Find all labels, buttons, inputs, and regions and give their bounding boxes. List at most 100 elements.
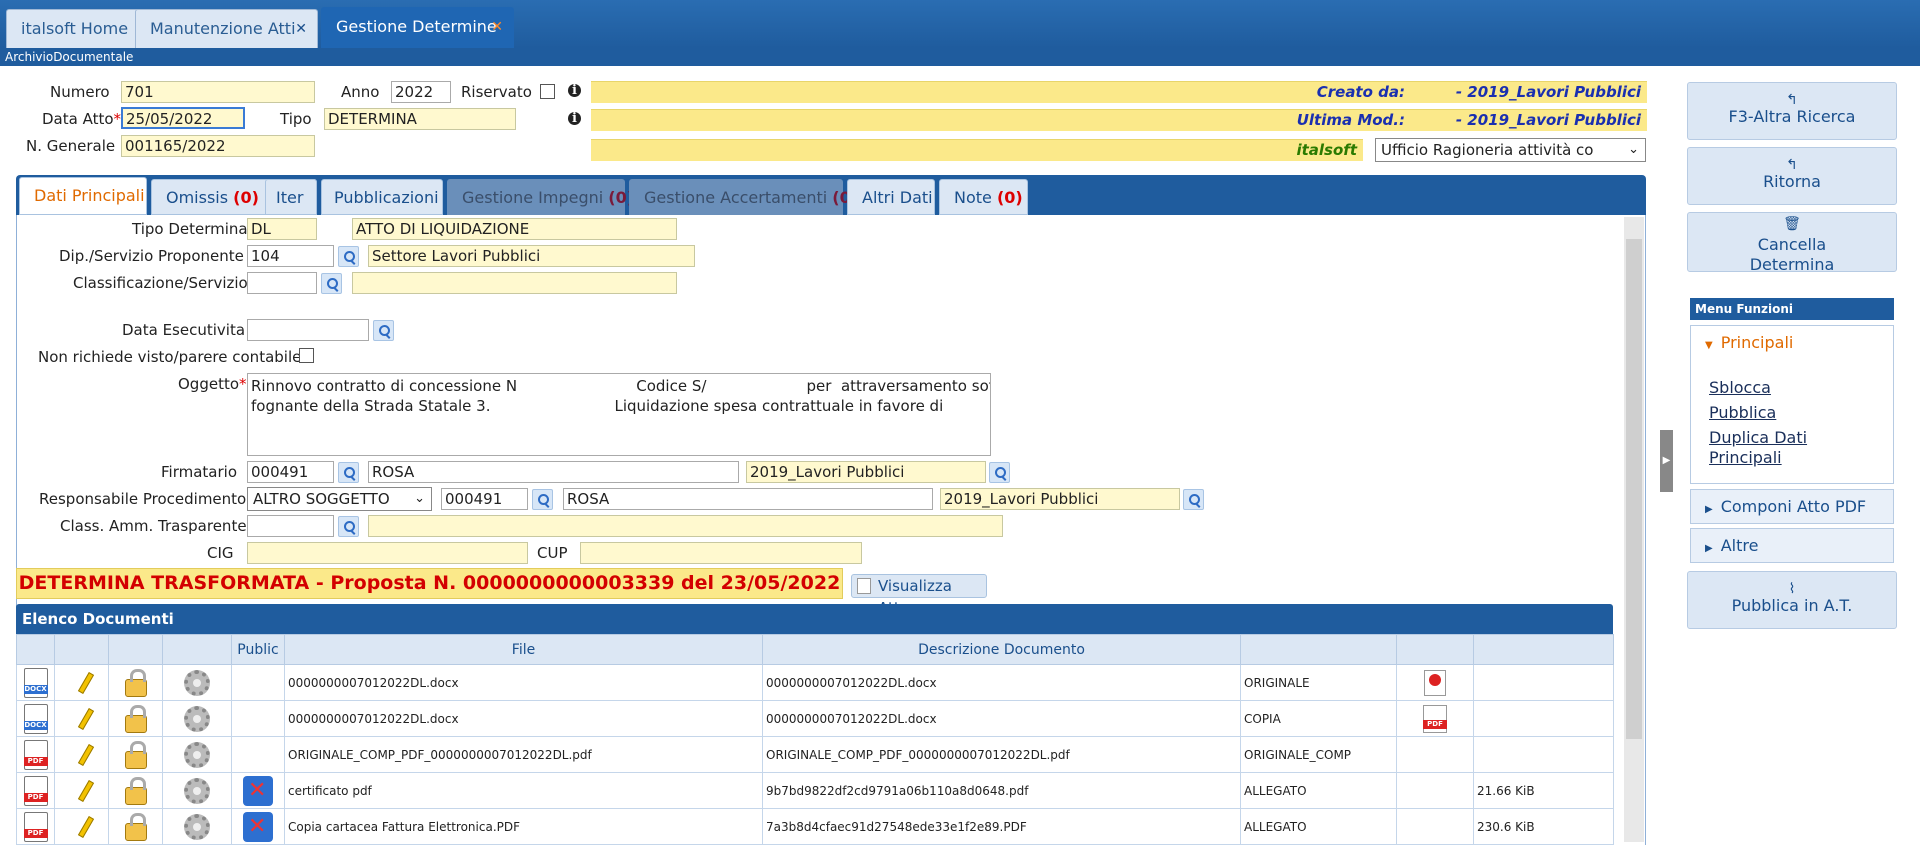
- responsabile-select[interactable]: ALTRO SOGGETTO ⌄: [247, 487, 432, 511]
- undo-icon: ↰: [1786, 92, 1798, 108]
- col-header-public[interactable]: Public: [231, 634, 285, 665]
- cig-field[interactable]: [247, 542, 528, 564]
- table-row[interactable]: PDF certificato pdf 9b7bd9822df2cd9791a06b…: [16, 772, 1614, 809]
- tab-italsoft-home[interactable]: italsoft Home: [6, 9, 144, 48]
- info-icon[interactable]: i: [568, 84, 581, 97]
- tab-manutenzione-atti[interactable]: Manutenzione Atti ✕: [135, 9, 318, 48]
- visualizza-atto-button[interactable]: Visualizza Atto: [851, 574, 987, 617]
- numero-field[interactable]: 701: [121, 81, 315, 103]
- table-cell: [108, 700, 163, 737]
- edit-pencil-icon[interactable]: [77, 743, 94, 766]
- tipo-field[interactable]: DETERMINA: [324, 108, 516, 130]
- search-icon[interactable]: [1183, 489, 1204, 510]
- gear-icon[interactable]: [184, 813, 210, 840]
- search-icon[interactable]: [321, 273, 342, 294]
- document-type: ALLEGATO: [1244, 819, 1307, 834]
- lock-icon[interactable]: [124, 776, 147, 805]
- col-header-file[interactable]: File: [284, 634, 763, 665]
- scrollbar-thumb[interactable]: [1626, 239, 1642, 739]
- calendar-icon[interactable]: [373, 320, 394, 341]
- tab-iter[interactable]: Iter: [265, 179, 317, 215]
- tab-altri-dati[interactable]: Altri Dati: [847, 179, 935, 215]
- scrollbar[interactable]: [1624, 217, 1644, 842]
- tab-note[interactable]: Note (0): [939, 179, 1028, 215]
- edit-pencil-icon[interactable]: [77, 671, 94, 694]
- search-icon[interactable]: [989, 462, 1010, 483]
- firmatario-code[interactable]: 000491: [247, 461, 334, 483]
- edit-pencil-icon[interactable]: [77, 779, 94, 802]
- docx-file-icon[interactable]: DOCX: [23, 667, 48, 698]
- gear-icon[interactable]: [184, 705, 210, 732]
- tab-pubblicazioni[interactable]: Pubblicazioni: [321, 179, 443, 215]
- pubblica-link[interactable]: Pubblica: [1709, 403, 1776, 423]
- close-icon[interactable]: ✕: [491, 8, 503, 46]
- lock-icon[interactable]: [124, 740, 147, 769]
- pdf-icon[interactable]: PDF: [1423, 704, 1447, 733]
- non-richiede-checkbox[interactable]: [299, 348, 314, 363]
- tab-gestione-determine[interactable]: Gestione Determine ✕: [321, 7, 514, 48]
- tab-gestione-accertamenti[interactable]: Gestione Accertamenti (0): [629, 179, 858, 215]
- table-cell: PDF: [16, 808, 55, 845]
- table-row[interactable]: DOCX 0000000007012022DL.docx 0000000007012…: [16, 700, 1614, 737]
- tab-label: Gestione Determine: [336, 17, 497, 36]
- classificazione-code[interactable]: [247, 272, 317, 294]
- file-description: 9b7bd9822df2cd9791a06b110a8d0648.pdf: [766, 783, 1029, 798]
- gear-icon[interactable]: [184, 777, 210, 804]
- search-icon[interactable]: [338, 462, 359, 483]
- tab-dati-principali[interactable]: Dati Principali: [19, 177, 147, 215]
- dip-servizio-code[interactable]: 104: [247, 245, 334, 267]
- docx-file-icon[interactable]: DOCX: [23, 703, 48, 734]
- n-generale-field[interactable]: 001165/2022: [121, 135, 315, 157]
- tab-gestione-impegni[interactable]: Gestione Impegni (0): [447, 179, 634, 215]
- table-row[interactable]: DOCX 0000000007012022DL.docx 0000000007012…: [16, 664, 1614, 701]
- data-atto-label: Data Atto*: [42, 110, 121, 128]
- pdf-file-icon[interactable]: PDF: [23, 775, 48, 806]
- edit-pencil-icon[interactable]: [77, 815, 94, 838]
- anno-field[interactable]: 2022: [391, 81, 451, 103]
- search-icon[interactable]: [338, 246, 359, 267]
- responsabile-code[interactable]: 000491: [441, 488, 528, 510]
- ufficio-select[interactable]: Ufficio Ragioneria attività co ⌄: [1375, 138, 1646, 162]
- publish-icon[interactable]: [243, 811, 273, 842]
- data-esecutivita-field[interactable]: [247, 319, 369, 341]
- lock-icon[interactable]: [124, 668, 147, 697]
- search-icon[interactable]: [532, 489, 553, 510]
- tipo-determina-code[interactable]: DL: [247, 218, 317, 240]
- riservato-checkbox[interactable]: [540, 84, 555, 99]
- lock-icon[interactable]: [124, 812, 147, 841]
- cup-field[interactable]: [580, 542, 862, 564]
- table-row[interactable]: PDF ORIGINALE_COMP_PDF_0000000007012022DL…: [16, 736, 1614, 773]
- ritorna-button[interactable]: ↰ Ritorna: [1687, 147, 1897, 205]
- oggetto-textarea[interactable]: Rinnovo contratto di concessione N Codic…: [247, 373, 991, 456]
- search-icon[interactable]: [338, 516, 359, 537]
- class-amm-code[interactable]: [247, 515, 334, 537]
- pdf-file-icon[interactable]: PDF: [23, 811, 48, 842]
- edit-pencil-icon[interactable]: [77, 707, 94, 730]
- lock-icon[interactable]: [124, 704, 147, 733]
- close-icon[interactable]: ✕: [295, 10, 307, 48]
- pdf-file-icon[interactable]: PDF: [23, 739, 48, 770]
- accordion-componi[interactable]: ▶ Componi Atto PDF: [1690, 489, 1894, 524]
- table-row[interactable]: PDF Copia cartacea Fattura Elettronica.PD…: [16, 808, 1614, 845]
- cancella-determina-button[interactable]: 🗑 Cancella Determina: [1687, 212, 1897, 274]
- info-icon[interactable]: i: [568, 112, 581, 125]
- dip-servizio-desc: Settore Lavori Pubblici: [368, 245, 695, 267]
- gear-icon[interactable]: [184, 741, 210, 768]
- table-cell: [108, 808, 163, 845]
- splitter-handle[interactable]: ▶: [1660, 430, 1673, 492]
- accordion-principali[interactable]: ▼ Principali: [1690, 325, 1894, 360]
- gear-icon[interactable]: [184, 669, 210, 696]
- table-cell: [108, 736, 163, 773]
- ufficio-value: Ufficio Ragioneria attività co: [1381, 141, 1594, 159]
- oggetto-label-text: Oggetto: [178, 375, 240, 393]
- data-atto-field[interactable]: 25/05/2022: [121, 107, 245, 129]
- signature-ribbon-icon[interactable]: [1424, 669, 1446, 696]
- col-header-descrizione[interactable]: Descrizione Documento: [762, 634, 1241, 665]
- publish-icon[interactable]: [243, 775, 273, 806]
- sblocca-link[interactable]: Sblocca: [1709, 378, 1771, 398]
- duplica-dati-link[interactable]: Duplica Dati Principali: [1709, 428, 1829, 468]
- altra-ricerca-button[interactable]: ↰ F3-Altra Ricerca: [1687, 82, 1897, 140]
- accordion-altre[interactable]: ▶ Altre: [1690, 528, 1894, 563]
- pubblica-at-button[interactable]: ⌇ Pubblica in A.T.: [1687, 571, 1897, 629]
- creato-value-text: - 2019_Lavori Pubblici: [1455, 83, 1641, 101]
